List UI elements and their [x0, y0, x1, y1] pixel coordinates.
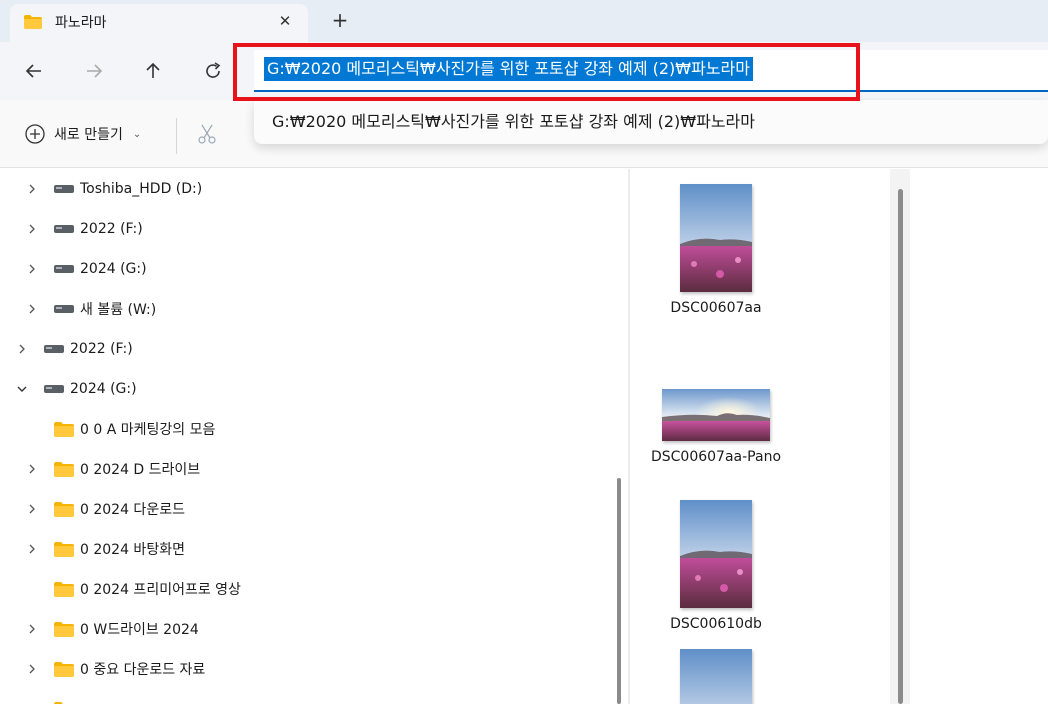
forward-button[interactable]: [79, 56, 109, 86]
file-item[interactable]: DSC00607aa: [636, 184, 796, 318]
tree-item-drive-f-root[interactable]: 2022 (F:): [14, 329, 133, 369]
tab-strip: 파노라마 ✕ +: [0, 0, 1048, 42]
scissors-icon[interactable]: [195, 122, 219, 146]
arrow-right-icon: [87, 64, 103, 78]
tree-item-folder[interactable]: 0 2024 프리미어프로 영상: [24, 569, 241, 609]
tree-item-drive-g-root[interactable]: 2024 (G:): [14, 369, 137, 409]
content-area: DSC00607aa DSC00607aa-Pano DSC00610db: [630, 169, 890, 704]
file-name: DSC00610db: [670, 616, 762, 632]
tree-item-label: 2022 (F:): [80, 221, 143, 237]
address-suggestions: G:₩2020 메모리스틱₩사진가를 위한 포토샵 강좌 예제 (2)₩파노라마: [254, 100, 1048, 144]
image-thumbnail: [662, 389, 770, 441]
arrow-up-icon: [146, 62, 160, 78]
folder-icon: [54, 501, 74, 517]
drive-icon: [44, 345, 64, 353]
up-button[interactable]: [138, 56, 168, 86]
chevron-right-icon[interactable]: [24, 181, 40, 197]
tree-item-folder[interactable]: 0 W드라이브 2024: [24, 609, 199, 649]
plus-circle-icon: [25, 124, 45, 144]
chevron-right-icon[interactable]: [24, 221, 40, 237]
file-item[interactable]: DSC00607aa-Pano: [636, 389, 796, 467]
file-item[interactable]: DSC00610db: [636, 500, 796, 634]
tree-item-label: 0 2024 프리미어프로 영상: [80, 582, 241, 598]
file-name: DSC00607aa: [670, 300, 762, 316]
tab-panorama[interactable]: 파노라마 ✕: [10, 4, 308, 42]
tree-item-folder[interactable]: 0 2024 다운로드: [24, 489, 185, 529]
chevron-right-icon[interactable]: [24, 461, 40, 477]
chevron-right-icon[interactable]: [24, 541, 40, 557]
tree-item-label: 2022 (F:): [70, 341, 133, 357]
tree-item-folder[interactable]: 0 0 A 마케팅강의 모음: [24, 409, 215, 449]
folder-icon: [54, 621, 74, 637]
navigation-bar: G:₩2020 메모리스틱₩사진가를 위한 포토샵 강좌 예제 (2)₩파노라마: [0, 42, 1048, 100]
image-thumbnail: [680, 500, 752, 608]
new-button-label: 새로 만들기: [54, 127, 123, 143]
drive-icon: [54, 305, 74, 313]
tree-item-folder[interactable]: 0 중요 다운로드 자료: [24, 649, 205, 689]
tree-item-label: 0 2024 다운로드: [80, 502, 185, 518]
tree-item-label: 0 2024 D 드라이브: [80, 462, 201, 478]
drive-icon: [54, 185, 74, 193]
chevron-down-icon[interactable]: [14, 381, 30, 397]
drive-icon: [54, 225, 74, 233]
address-input[interactable]: G:₩2020 메모리스틱₩사진가를 위한 포토샵 강좌 예제 (2)₩파노라마: [264, 57, 753, 81]
tree-item-label: Toshiba_HDD (D:): [80, 181, 203, 197]
folder-icon: [24, 15, 42, 29]
tree-item-folder-partial[interactable]: [24, 689, 80, 704]
tree-item-label: 0 2024 바탕화면: [80, 542, 185, 558]
tree-item-label: 2024 (G:): [80, 261, 147, 277]
chevron-right-icon[interactable]: [24, 261, 40, 277]
folder-icon: [54, 541, 74, 557]
content-scrollbar[interactable]: [898, 189, 903, 704]
folder-icon: [54, 661, 74, 677]
navigation-scrollbar[interactable]: [617, 478, 621, 704]
chevron-right-icon[interactable]: [24, 621, 40, 637]
image-thumbnail: [680, 184, 752, 292]
refresh-button[interactable]: [198, 56, 228, 86]
folder-icon: [54, 461, 74, 477]
refresh-icon: [206, 62, 221, 78]
tree-item-drive-w[interactable]: 새 볼륨 (W:): [24, 289, 156, 329]
suggestion-item[interactable]: G:₩2020 메모리스틱₩사진가를 위한 포토샵 강좌 예제 (2)₩파노라마: [272, 108, 755, 132]
navigation-pane: Toshiba_HDD (D:) 2022 (F:) 2024 (G:) 새 볼…: [0, 169, 610, 704]
tree-item-folder[interactable]: 0 2024 D 드라이브: [24, 449, 200, 489]
chevron-right-icon[interactable]: [24, 301, 40, 317]
file-name: DSC00607aa-Pano: [650, 449, 782, 465]
close-icon[interactable]: ✕: [274, 10, 296, 32]
tree-item-drive-g[interactable]: 2024 (G:): [24, 249, 147, 289]
chevron-right-icon[interactable]: [24, 501, 40, 517]
chevron-right-icon[interactable]: [14, 341, 30, 357]
drive-icon: [54, 265, 74, 273]
address-bar[interactable]: G:₩2020 메모리스틱₩사진가를 위한 포토샵 강좌 예제 (2)₩파노라마: [254, 50, 1048, 92]
chevron-down-icon: ⌄: [132, 128, 142, 140]
file-item-partial[interactable]: [636, 649, 796, 704]
drive-icon: [44, 385, 64, 393]
tree-item-toshiba[interactable]: Toshiba_HDD (D:): [24, 169, 202, 209]
new-button[interactable]: 새로 만들기 ⌄: [24, 122, 141, 146]
divider: [176, 118, 177, 154]
arrow-left-icon: [25, 64, 41, 78]
tree-item-label: 2024 (G:): [70, 381, 137, 397]
tree-item-label: 새 볼륨 (W:): [80, 302, 157, 318]
tab-title: 파노라마: [55, 15, 107, 31]
details-area: [910, 169, 1048, 704]
new-tab-button[interactable]: +: [328, 8, 352, 32]
back-button[interactable]: [19, 56, 49, 86]
folder-icon: [54, 421, 74, 437]
image-thumbnail: [680, 649, 752, 704]
folder-icon: [54, 581, 74, 597]
tree-item-label: 0 중요 다운로드 자료: [80, 662, 206, 678]
tree-item-label: 0 W드라이브 2024: [80, 622, 199, 638]
tree-item-folder[interactable]: 0 2024 바탕화면: [24, 529, 185, 569]
tree-item-drive-f[interactable]: 2022 (F:): [24, 209, 143, 249]
chevron-right-icon[interactable]: [24, 661, 40, 677]
tree-item-label: 0 0 A 마케팅강의 모음: [80, 422, 216, 438]
